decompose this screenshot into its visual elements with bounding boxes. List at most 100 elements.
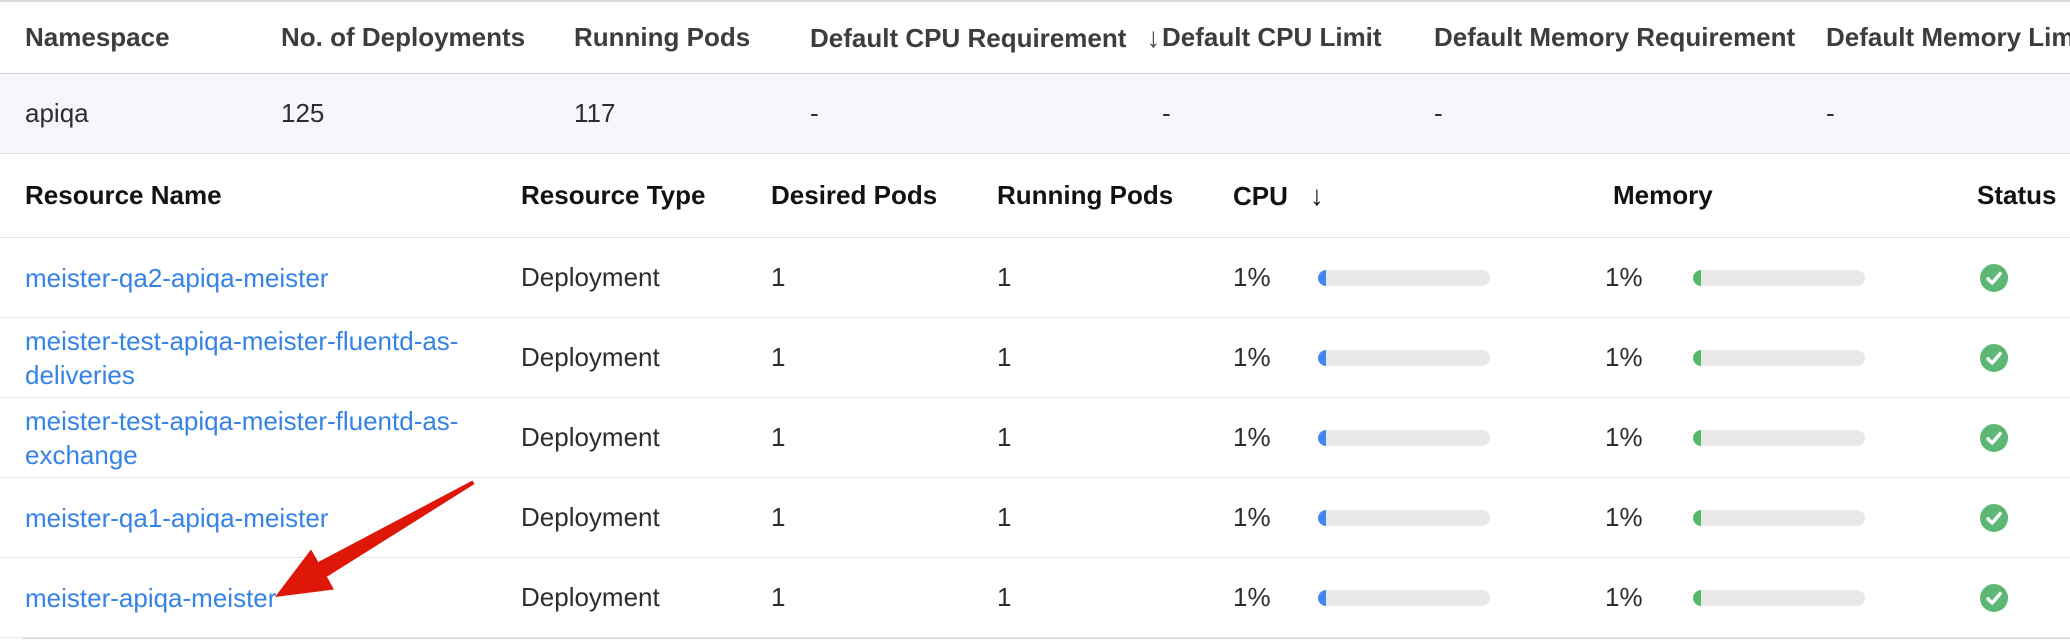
memory-usage-value: 1%: [1605, 422, 1693, 453]
namespace-table-header-row: Namespace No. of Deployments Running Pod…: [0, 2, 2070, 74]
cpu-usage-bar: [1318, 510, 1490, 526]
header-no-of-deployments[interactable]: No. of Deployments: [281, 22, 574, 53]
header-resource-name[interactable]: Resource Name: [25, 180, 521, 211]
cpu-usage-value: 1%: [1233, 502, 1318, 533]
table-bottom-border: [22, 638, 2070, 639]
cpu-usage-bar: [1318, 430, 1490, 446]
status-healthy-icon: [1980, 424, 2008, 452]
memory-usage-cell: 1%: [1605, 342, 1977, 373]
desired-pods-cell: 1: [771, 582, 997, 613]
header-running-pods[interactable]: Running Pods: [574, 22, 810, 53]
namespace-deployments-count: 125: [281, 98, 574, 129]
header-default-cpu-requirement[interactable]: Default CPU Requirement ↓: [810, 22, 1162, 54]
resource-link[interactable]: meister-qa1-apiqa-meister: [25, 503, 328, 533]
desired-pods-cell: 1: [771, 422, 997, 453]
table-row: meister-test-apiqa-meister-fluentd-as-ex…: [0, 398, 2070, 478]
sort-descending-icon[interactable]: ↓: [1310, 180, 1324, 212]
cpu-usage-value: 1%: [1233, 582, 1318, 613]
table-row: meister-qa1-apiqa-meister Deployment 1 1…: [0, 478, 2070, 558]
namespace-default-cpu-limit: -: [1162, 98, 1434, 129]
desired-pods-cell: 1: [771, 342, 997, 373]
running-pods-cell: 1: [997, 582, 1233, 613]
cpu-usage-cell: 1%: [1233, 422, 1605, 453]
memory-usage-cell: 1%: [1605, 262, 1977, 293]
memory-usage-value: 1%: [1605, 582, 1693, 613]
resource-name-cell: meister-qa2-apiqa-meister: [25, 261, 521, 295]
status-healthy-icon: [1980, 264, 2008, 292]
namespace-default-memory-requirement: -: [1434, 98, 1826, 129]
table-row: meister-apiqa-meister Deployment 1 1 1% …: [0, 558, 2070, 638]
status-cell: [1977, 344, 2048, 372]
namespace-default-cpu-requirement: -: [810, 98, 1162, 129]
memory-usage-bar: [1693, 510, 1865, 526]
memory-usage-cell: 1%: [1605, 502, 1977, 533]
resource-name-cell: meister-test-apiqa-meister-fluentd-as-de…: [25, 324, 521, 392]
namespace-row-apiqa[interactable]: apiqa 125 117 - - - -: [0, 74, 2070, 154]
header-default-cpu-requirement-label: Default CPU Requirement: [810, 23, 1126, 53]
cpu-usage-bar: [1318, 590, 1490, 606]
header-default-memory-limit[interactable]: Default Memory Limit: [1826, 22, 2070, 53]
status-cell: [1977, 504, 2048, 532]
namespace-default-memory-limit: -: [1826, 98, 2048, 129]
namespace-summary-table: Namespace No. of Deployments Running Pod…: [0, 0, 2070, 154]
cpu-usage-bar: [1318, 270, 1490, 286]
memory-usage-bar: [1693, 270, 1865, 286]
header-resource-type[interactable]: Resource Type: [521, 180, 771, 211]
running-pods-cell: 1: [997, 422, 1233, 453]
header-default-cpu-limit[interactable]: Default CPU Limit: [1162, 22, 1434, 53]
namespace-running-pods-count: 117: [574, 98, 810, 129]
status-cell: [1977, 584, 2048, 612]
memory-usage-bar: [1693, 590, 1865, 606]
running-pods-cell: 1: [997, 342, 1233, 373]
resource-type-cell: Deployment: [521, 422, 771, 453]
desired-pods-cell: 1: [771, 502, 997, 533]
status-cell: [1977, 264, 2048, 292]
memory-usage-cell: 1%: [1605, 422, 1977, 453]
resource-name-cell: meister-test-apiqa-meister-fluentd-as-ex…: [25, 404, 521, 472]
memory-usage-bar: [1693, 430, 1865, 446]
table-row: meister-qa2-apiqa-meister Deployment 1 1…: [0, 238, 2070, 318]
cpu-usage-cell: 1%: [1233, 262, 1605, 293]
namespace-name: apiqa: [25, 98, 281, 129]
resources-table-header-row: Resource Name Resource Type Desired Pods…: [0, 154, 2070, 238]
memory-usage-value: 1%: [1605, 502, 1693, 533]
status-healthy-icon: [1980, 584, 2008, 612]
header-default-memory-requirement[interactable]: Default Memory Requirement: [1434, 22, 1826, 53]
resource-link[interactable]: meister-test-apiqa-meister-fluentd-as-ex…: [25, 406, 458, 470]
cpu-usage-cell: 1%: [1233, 582, 1605, 613]
resources-table: Resource Name Resource Type Desired Pods…: [0, 154, 2070, 639]
resource-link[interactable]: meister-qa2-apiqa-meister: [25, 263, 328, 293]
header-running-pods-resources[interactable]: Running Pods: [997, 180, 1233, 211]
header-cpu-label: CPU: [1233, 181, 1288, 211]
cpu-usage-cell: 1%: [1233, 342, 1605, 373]
resource-name-cell: meister-apiqa-meister: [25, 581, 521, 615]
resource-type-cell: Deployment: [521, 502, 771, 533]
resource-type-cell: Deployment: [521, 342, 771, 373]
header-memory[interactable]: Memory: [1605, 180, 1977, 211]
sort-descending-icon[interactable]: ↓: [1146, 22, 1160, 54]
memory-usage-bar: [1693, 350, 1865, 366]
cpu-usage-value: 1%: [1233, 342, 1318, 373]
header-cpu[interactable]: CPU ↓: [1233, 180, 1605, 212]
header-desired-pods[interactable]: Desired Pods: [771, 180, 997, 211]
resource-name-cell: meister-qa1-apiqa-meister: [25, 501, 521, 535]
memory-usage-value: 1%: [1605, 262, 1693, 293]
memory-usage-cell: 1%: [1605, 582, 1977, 613]
header-namespace[interactable]: Namespace: [25, 22, 281, 53]
table-row: meister-test-apiqa-meister-fluentd-as-de…: [0, 318, 2070, 398]
resource-link[interactable]: meister-test-apiqa-meister-fluentd-as-de…: [25, 326, 458, 390]
cpu-usage-bar: [1318, 350, 1490, 366]
memory-usage-value: 1%: [1605, 342, 1693, 373]
resource-type-cell: Deployment: [521, 582, 771, 613]
status-healthy-icon: [1980, 344, 2008, 372]
header-status[interactable]: Status: [1977, 180, 2056, 211]
status-cell: [1977, 424, 2048, 452]
desired-pods-cell: 1: [771, 262, 997, 293]
running-pods-cell: 1: [997, 262, 1233, 293]
running-pods-cell: 1: [997, 502, 1233, 533]
status-healthy-icon: [1980, 504, 2008, 532]
resource-link-annotated[interactable]: meister-apiqa-meister: [25, 583, 276, 613]
resource-type-cell: Deployment: [521, 262, 771, 293]
cpu-usage-value: 1%: [1233, 422, 1318, 453]
cpu-usage-cell: 1%: [1233, 502, 1605, 533]
